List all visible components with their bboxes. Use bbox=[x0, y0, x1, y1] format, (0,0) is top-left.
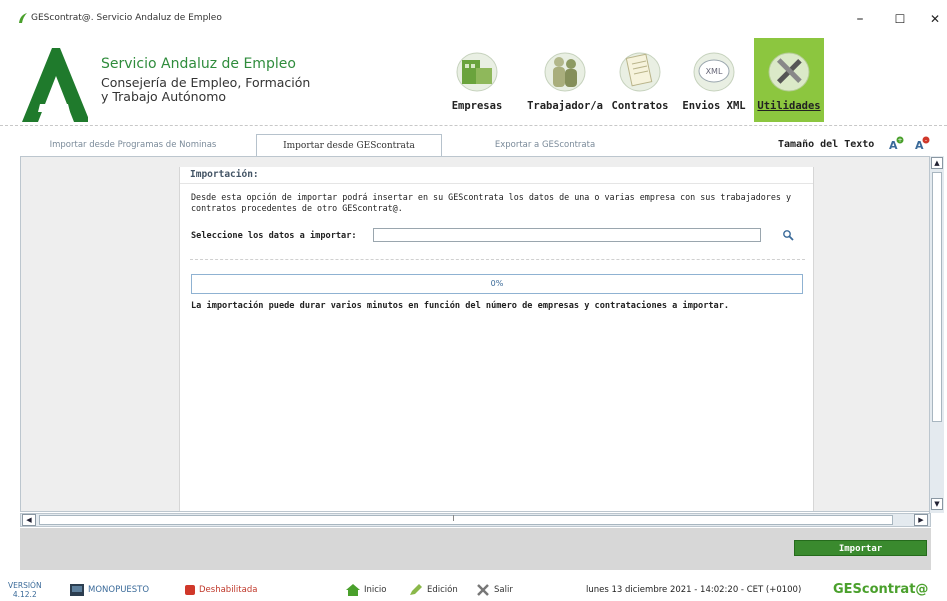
org-title: Servicio Andaluz de Empleo bbox=[101, 56, 296, 72]
datetime-display: lunes 13 diciembre 2021 - 14:02:20 - CET… bbox=[586, 585, 802, 595]
database-icon bbox=[185, 584, 195, 595]
nav-envios-xml[interactable]: XML Envios XML bbox=[680, 38, 748, 122]
tab-exportar-gescontrata[interactable]: Exportar a GEScontrata bbox=[455, 134, 635, 156]
tab-importar-nominas[interactable]: Importar desde Programas de Nominas bbox=[28, 134, 238, 156]
import-button[interactable]: Importar bbox=[794, 540, 927, 556]
disabled-status: Deshabilitada bbox=[185, 582, 257, 598]
contracts-icon bbox=[619, 52, 661, 92]
nav-contratos[interactable]: Contratos bbox=[608, 38, 672, 122]
import-duration-note: La importación puede durar varios minuto… bbox=[191, 301, 730, 311]
workstation-mode: MONOPUESTO bbox=[70, 582, 149, 598]
search-icon[interactable] bbox=[782, 229, 794, 241]
title-bar: GEScontrat@. Servicio Andaluz de Empleo … bbox=[0, 0, 947, 38]
org-subtitle: Consejería de Empleo, Formación y Trabaj… bbox=[101, 76, 310, 104]
version-label: VERSIÓN bbox=[8, 581, 42, 590]
tabs-row: Importar desde Programas de Nominas Impo… bbox=[0, 130, 947, 156]
action-bar: Importar bbox=[20, 528, 931, 570]
import-file-field[interactable] bbox=[373, 228, 761, 242]
nav-label-envios-xml: Envios XML bbox=[682, 100, 746, 112]
edit-button[interactable]: Edición bbox=[409, 582, 458, 598]
companies-icon bbox=[456, 52, 498, 92]
version-info: VERSIÓN 4.12.2 bbox=[8, 581, 42, 599]
scroll-grip bbox=[453, 515, 455, 521]
tools-icon bbox=[768, 52, 810, 92]
edit-label: Edición bbox=[427, 585, 458, 595]
version-number: 4.12.2 bbox=[12, 590, 37, 599]
vertical-scroll-thumb[interactable] bbox=[932, 172, 942, 422]
home-button[interactable]: Inicio bbox=[346, 582, 387, 598]
xml-icon: XML bbox=[693, 52, 735, 92]
import-description: Desde esta opción de importar podrá inse… bbox=[191, 192, 792, 213]
close-button[interactable]: ✕ bbox=[924, 10, 946, 28]
text-decrease-icon[interactable]: A - bbox=[914, 135, 930, 151]
home-icon bbox=[346, 583, 360, 596]
panel-title: Importación: bbox=[190, 169, 259, 180]
exit-icon bbox=[477, 583, 489, 596]
svg-text:+: + bbox=[897, 137, 902, 144]
disabled-label: Deshabilitada bbox=[199, 585, 258, 595]
org-subtitle-line-2: y Trabajo Autónomo bbox=[101, 89, 227, 104]
svg-text:-: - bbox=[925, 137, 927, 144]
scroll-down-arrow-icon[interactable]: ▼ bbox=[931, 498, 943, 510]
minimize-button[interactable]: – bbox=[849, 10, 871, 28]
window-title: GEScontrat@. Servicio Andaluz de Empleo bbox=[31, 13, 222, 23]
scroll-up-arrow-icon[interactable]: ▲ bbox=[931, 157, 943, 169]
tab-importar-gescontrata[interactable]: Importar desde GEScontrata bbox=[256, 134, 442, 156]
text-increase-icon[interactable]: A + bbox=[888, 135, 904, 151]
exit-label: Salir bbox=[494, 585, 513, 595]
select-data-label: Seleccione los datos a importar: bbox=[191, 231, 357, 241]
svg-text:XML: XML bbox=[706, 67, 723, 76]
scroll-left-arrow-icon[interactable]: ◀ bbox=[22, 514, 36, 526]
content-area: Importación: Desde esta opción de import… bbox=[20, 156, 931, 512]
nav-label-empresas: Empresas bbox=[451, 100, 503, 112]
monitor-icon bbox=[70, 583, 84, 596]
import-progress-bar: 0% bbox=[191, 274, 803, 294]
nav-empresas[interactable]: Empresas bbox=[438, 38, 516, 122]
horizontal-scroll-thumb[interactable] bbox=[39, 515, 893, 525]
brand-logo: GEScontrat@ bbox=[833, 582, 929, 597]
panel-title-divider bbox=[180, 183, 813, 184]
vertical-scrollbar[interactable]: ▲ ▼ bbox=[929, 156, 944, 513]
workstation-label: MONOPUESTO bbox=[88, 585, 150, 595]
nav-trabajador[interactable]: Trabajador/a bbox=[523, 38, 607, 122]
exit-button[interactable]: Salir bbox=[476, 582, 513, 598]
progress-text: 0% bbox=[490, 279, 504, 288]
app-header: Servicio Andaluz de Empleo Consejería de… bbox=[0, 38, 947, 126]
app-icon bbox=[19, 13, 27, 23]
nav-label-contratos: Contratos bbox=[611, 100, 669, 112]
junta-andalucia-logo bbox=[22, 48, 88, 122]
org-subtitle-line-1: Consejería de Empleo, Formación bbox=[101, 75, 311, 90]
pencil-icon bbox=[410, 583, 422, 595]
scroll-right-arrow-icon[interactable]: ▶ bbox=[914, 514, 928, 526]
status-bar: VERSIÓN 4.12.2 MONOPUESTO Deshabilitada … bbox=[0, 579, 947, 601]
maximize-button[interactable]: ☐ bbox=[889, 10, 911, 28]
horizontal-scrollbar[interactable]: ◀ ▶ bbox=[20, 513, 931, 527]
workers-icon bbox=[544, 52, 586, 92]
nav-utilidades[interactable]: Utilidades bbox=[754, 38, 824, 122]
import-panel: Importación: Desde esta opción de import… bbox=[179, 167, 814, 511]
header-divider bbox=[0, 125, 947, 126]
nav-label-trabajador: Trabajador/a bbox=[527, 100, 603, 112]
nav-label-utilidades: Utilidades bbox=[757, 100, 821, 112]
section-divider bbox=[190, 259, 805, 260]
text-size-label: Tamaño del Texto bbox=[778, 139, 875, 150]
home-label: Inicio bbox=[364, 585, 387, 595]
